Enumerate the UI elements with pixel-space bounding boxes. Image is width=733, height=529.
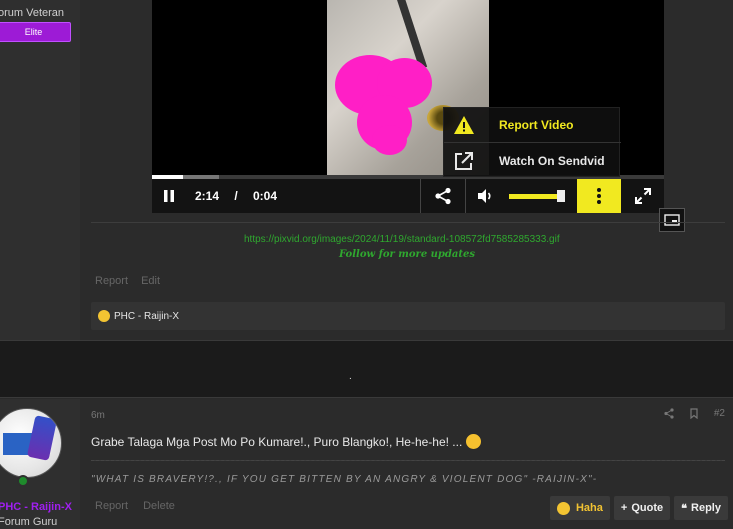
elite-badge[interactable]: Elite bbox=[0, 22, 71, 42]
more-vertical-icon bbox=[597, 188, 601, 204]
image-link[interactable]: https://pixvid.org/images/2024/11/19/sta… bbox=[244, 234, 560, 245]
post-container-1: orum Veteran Elite 2:14 / 0:04 Report Vi… bbox=[0, 0, 733, 340]
user-title: orum Veteran bbox=[0, 7, 65, 19]
signature: "WHAT IS BRAVERY!?., IF YOU GET BITTEN B… bbox=[91, 474, 598, 485]
report-link[interactable]: Report bbox=[95, 275, 128, 287]
post-separator: . bbox=[0, 340, 733, 398]
post-number[interactable]: #2 bbox=[714, 408, 725, 419]
report-link[interactable]: Report bbox=[95, 500, 128, 512]
username[interactable]: PHC - Raijin-X bbox=[0, 501, 72, 513]
report-video-menu-item[interactable]: Report Video bbox=[444, 108, 621, 143]
report-video-label: Report Video bbox=[499, 118, 574, 132]
quote-label: Quote bbox=[631, 502, 664, 514]
bookmark-icon[interactable] bbox=[690, 408, 698, 419]
current-time: 2:14 bbox=[194, 189, 220, 203]
warning-icon bbox=[444, 115, 484, 135]
more-options-button[interactable] bbox=[577, 179, 621, 213]
user-sidebar-1: orum Veteran Elite bbox=[0, 0, 80, 340]
reactions-bar[interactable]: PHC - Raijin-X bbox=[91, 302, 725, 330]
quote-button[interactable]: + Quote bbox=[613, 496, 671, 520]
volume-slider[interactable] bbox=[509, 194, 557, 199]
video-controls: 2:14 / 0:04 bbox=[152, 179, 664, 213]
post-tools: #2 bbox=[664, 408, 725, 419]
post-text: Grabe Talaga Mga Post Mo Po Kumare!., Pu… bbox=[91, 434, 463, 449]
share-icon bbox=[435, 187, 451, 205]
post-buttons: Haha + Quote ❝ Reply bbox=[549, 496, 728, 520]
post-body: Grabe Talaga Mga Post Mo Po Kumare!., Pu… bbox=[91, 434, 482, 449]
edit-link[interactable]: Edit bbox=[141, 275, 160, 287]
pause-button[interactable] bbox=[152, 179, 186, 213]
video-options-menu: Report Video Watch On Sendvid bbox=[443, 107, 621, 178]
reply-label: Reply bbox=[691, 502, 721, 514]
follow-text: Follow for more updates bbox=[339, 249, 476, 260]
separator-dot: . bbox=[349, 371, 352, 382]
quote-marks-icon: ❝ bbox=[681, 502, 688, 515]
plus-icon: + bbox=[620, 502, 628, 514]
share-button[interactable] bbox=[422, 179, 464, 213]
avatar[interactable] bbox=[0, 408, 62, 478]
share-icon[interactable] bbox=[664, 408, 674, 419]
picture-in-picture-icon bbox=[664, 214, 680, 226]
fullscreen-icon bbox=[635, 188, 651, 204]
fullscreen-button[interactable] bbox=[622, 179, 664, 213]
laughing-emoji-icon bbox=[556, 501, 570, 515]
pause-icon bbox=[164, 190, 174, 202]
time-separator: / bbox=[234, 189, 238, 203]
haha-button[interactable]: Haha bbox=[549, 496, 610, 520]
duration: 0:04 bbox=[252, 189, 278, 203]
online-status-icon bbox=[17, 475, 29, 487]
post-time[interactable]: 6m bbox=[91, 410, 105, 421]
watch-on-sendvid-label: Watch On Sendvid bbox=[499, 153, 605, 168]
reply-button[interactable]: ❝ Reply bbox=[674, 496, 728, 520]
external-link-icon bbox=[444, 151, 484, 171]
signature-divider bbox=[91, 460, 725, 461]
volume-button[interactable] bbox=[468, 179, 504, 213]
forum-thread-page: orum Veteran Elite 2:14 / 0:04 Report Vi… bbox=[0, 0, 733, 529]
watch-on-sendvid-menu-item[interactable]: Watch On Sendvid bbox=[444, 143, 621, 178]
volume-icon bbox=[478, 189, 491, 203]
user-sidebar-2: PHC - Raijin-X Forum Guru bbox=[0, 399, 80, 529]
reaction-user[interactable]: PHC - Raijin-X bbox=[114, 311, 179, 322]
user-title: Forum Guru bbox=[0, 516, 58, 528]
divider bbox=[91, 222, 725, 223]
post-actions-2: Report Delete bbox=[95, 500, 187, 512]
picture-in-picture-button[interactable] bbox=[659, 208, 685, 232]
post-actions-1: Report Edit bbox=[95, 275, 170, 287]
laughing-emoji-icon bbox=[466, 434, 482, 449]
haha-label: Haha bbox=[575, 502, 603, 514]
volume-knob[interactable] bbox=[557, 190, 565, 202]
delete-link[interactable]: Delete bbox=[143, 500, 175, 512]
post-container-2: PHC - Raijin-X Forum Guru 6m #2 Grabe Ta… bbox=[0, 399, 733, 529]
laughing-emoji-icon bbox=[98, 310, 110, 322]
